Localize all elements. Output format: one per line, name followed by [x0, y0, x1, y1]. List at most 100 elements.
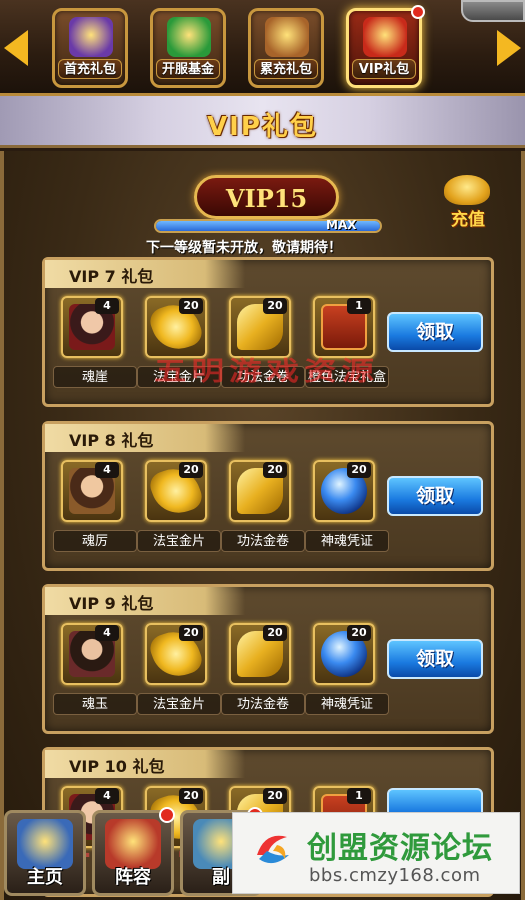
vip-gift-icon: [363, 17, 407, 57]
reward-item-frame: 20: [145, 460, 207, 522]
treasure-bag-icon: [265, 17, 309, 57]
chat-bubble-icon[interactable]: [461, 0, 525, 22]
watermark-title: 创盟资源论坛: [307, 831, 493, 866]
reward-item-frame: 4: [61, 623, 123, 685]
package-title-bar: VIP 7 礼包: [45, 260, 245, 288]
item-count: 4: [95, 625, 119, 641]
package-title-bar: VIP 9 礼包: [45, 587, 245, 615]
item-name: 功法金卷: [221, 530, 305, 552]
item-count: 20: [179, 298, 203, 314]
top-tab-bar: 首充礼包 开服基金 累充礼包 VIP礼包: [0, 0, 525, 96]
reward-item-frame: 4: [61, 296, 123, 358]
recharge-button[interactable]: 充值: [436, 173, 500, 233]
reward-item[interactable]: 20 法宝金片: [137, 296, 221, 392]
tab-1[interactable]: 开服基金: [150, 8, 226, 88]
vip-package-card: VIP 7 礼包 4 魂崖 20 法宝金片 20 功法金卷 1 橙色法宝礼盒 领取: [42, 257, 494, 407]
palace-home-icon: [17, 819, 73, 869]
item-count: 20: [263, 462, 287, 478]
reward-item-frame: 20: [313, 623, 375, 685]
item-name: 神魂凭证: [305, 530, 389, 552]
forum-logo-icon: [257, 835, 289, 864]
item-count: 20: [179, 788, 203, 804]
reward-item[interactable]: 20 法宝金片: [137, 460, 221, 556]
notification-dot: [159, 807, 175, 823]
item-name: 魂玉: [53, 693, 137, 715]
reward-item[interactable]: 20 功法金卷: [221, 623, 305, 719]
nav-label: 主页: [27, 867, 63, 888]
item-count: 4: [95, 788, 119, 804]
item-name: 法宝金片: [137, 693, 221, 715]
watermark-url: bbs.cmzy168.com: [309, 865, 481, 886]
item-count: 1: [347, 298, 371, 314]
arrow-left-icon[interactable]: [4, 30, 28, 66]
package-title-bar: VIP 10 礼包: [45, 750, 245, 778]
item-count: 20: [263, 788, 287, 804]
reward-item[interactable]: 20 法宝金片: [137, 623, 221, 719]
reward-item[interactable]: 20 神魂凭证: [305, 623, 389, 719]
package-title: VIP 7 礼包: [69, 267, 154, 286]
tab-label: 累充礼包: [254, 59, 318, 79]
item-name: 法宝金片: [137, 366, 221, 388]
item-count: 20: [263, 625, 287, 641]
vip-level-text: VIP15: [225, 184, 308, 213]
tab-2[interactable]: 累充礼包: [248, 8, 324, 88]
tab-3[interactable]: VIP礼包: [346, 5, 425, 88]
package-title: VIP 9 礼包: [69, 594, 154, 613]
gift-bag-icon: [69, 17, 113, 57]
item-count: 20: [179, 462, 203, 478]
package-title: VIP 10 礼包: [69, 757, 165, 776]
recharge-label: 充值: [451, 210, 485, 230]
next-level-note: 下一等级暂未开放，敬请期待！: [146, 240, 342, 256]
package-title: VIP 8 礼包: [69, 431, 154, 450]
arrow-right-icon[interactable]: [497, 30, 521, 66]
tab-0[interactable]: 首充礼包: [52, 8, 128, 88]
reward-item-frame: 20: [313, 460, 375, 522]
item-count: 20: [347, 462, 371, 478]
reward-item-frame: 20: [145, 623, 207, 685]
main-panel: VIP15 MAX 下一等级暂未开放，敬请期待！ 充值 VIP 7 礼包 4 魂崖 2…: [0, 151, 525, 900]
package-title-bar: VIP 8 礼包: [45, 424, 245, 452]
reward-item-frame: 20: [145, 296, 207, 358]
nav-label: 阵容: [115, 867, 151, 888]
reward-item[interactable]: 20 功法金卷: [221, 296, 305, 392]
item-name: 功法金卷: [221, 693, 305, 715]
banner-lineup-icon: [105, 819, 161, 869]
item-count: 4: [95, 298, 119, 314]
reward-item[interactable]: 20 神魂凭证: [305, 460, 389, 556]
item-name: 神魂凭证: [305, 693, 389, 715]
notification-dot: [411, 5, 425, 19]
item-count: 4: [95, 462, 119, 478]
item-name: 功法金卷: [221, 366, 305, 388]
item-name: 魂崖: [53, 366, 137, 388]
item-count: 20: [263, 298, 287, 314]
item-count: 1: [347, 788, 371, 804]
vip-level-badge: VIP15: [194, 175, 339, 219]
item-count: 20: [179, 625, 203, 641]
reward-item[interactable]: 1 橙色法宝礼盒: [305, 296, 389, 392]
reward-item-frame: 4: [61, 460, 123, 522]
tab-label: 首充礼包: [58, 59, 122, 79]
item-count: 20: [347, 625, 371, 641]
item-name: 法宝金片: [137, 530, 221, 552]
reward-item-frame: 20: [229, 460, 291, 522]
tab-label: VIP礼包: [352, 59, 416, 79]
claim-button[interactable]: 领取: [387, 476, 483, 516]
fund-chart-icon: [167, 17, 211, 57]
nav-button-0[interactable]: 主页: [4, 810, 86, 896]
gift-tabs: 首充礼包 开服基金 累充礼包 VIP礼包: [52, 5, 425, 88]
item-name: 橙色法宝礼盒: [305, 366, 389, 388]
page-title: VIP礼包: [207, 112, 318, 142]
vip-package-card: VIP 8 礼包 4 魂厉 20 法宝金片 20 功法金卷 20 神魂凭证 领取: [42, 421, 494, 571]
reward-item[interactable]: 4 魂玉: [53, 623, 137, 719]
reward-item-frame: 20: [229, 623, 291, 685]
reward-item[interactable]: 20 功法金卷: [221, 460, 305, 556]
reward-item-frame: 1: [313, 296, 375, 358]
reward-item[interactable]: 4 魂崖: [53, 296, 137, 392]
tab-label: 开服基金: [156, 59, 220, 79]
claim-button[interactable]: 领取: [387, 312, 483, 352]
page-header: VIP礼包: [0, 96, 525, 148]
claim-button[interactable]: 领取: [387, 639, 483, 679]
nav-button-1[interactable]: 阵容: [92, 807, 175, 896]
reward-item[interactable]: 4 魂厉: [53, 460, 137, 556]
reward-item-frame: 20: [229, 296, 291, 358]
